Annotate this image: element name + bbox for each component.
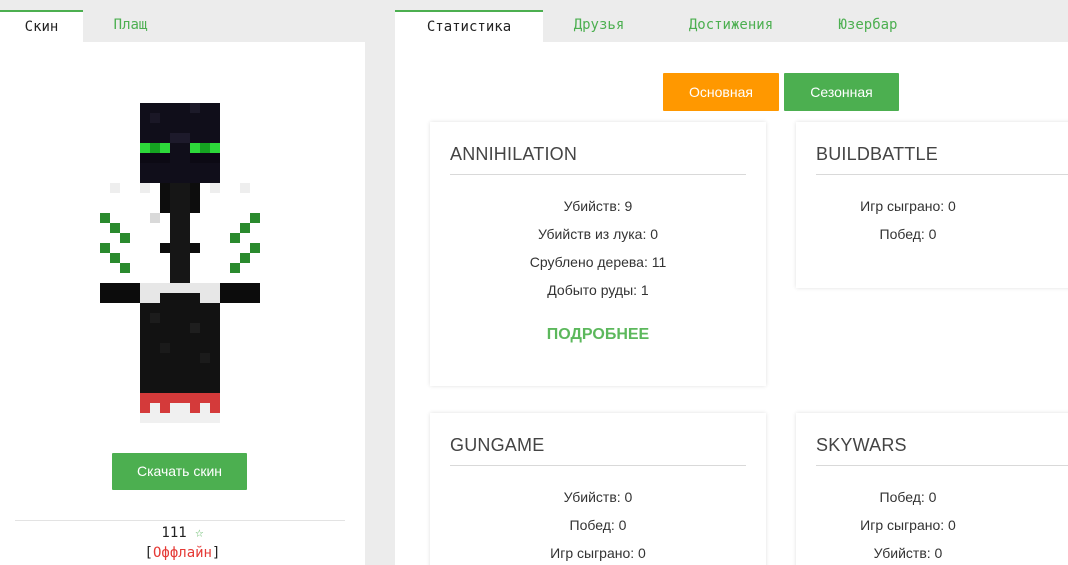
status-bracket-open: [	[144, 545, 153, 561]
tab-statistics[interactable]: Статистика	[395, 10, 543, 42]
stat-line: Убийств: 9	[563, 198, 633, 214]
skin-tabs: Скин Плащ	[0, 10, 365, 42]
tab-cape[interactable]: Плащ	[83, 10, 178, 42]
card-title: GUNGAME	[450, 435, 545, 455]
skin-torso	[140, 183, 220, 303]
stat-card-skywars: SKYWARS Побед: 0 Игр сыграно: 0 Убийств:…	[796, 413, 1068, 565]
tab-achievements[interactable]: Достижения	[657, 10, 805, 42]
statistics-panel: Основная Сезонная ANNIHILATION Убийств: …	[395, 42, 1068, 565]
stat-card-buildbattle: BUILDBATTLE Игр сыграно: 0 Побед: 0	[796, 122, 1068, 288]
card-divider	[450, 465, 746, 466]
card-divider	[450, 174, 746, 175]
skin-panel: Скачать скин 111 ☆ [Оффлайн]	[0, 42, 365, 565]
stat-line: Убийств: 0	[563, 489, 633, 505]
divider	[15, 520, 345, 521]
skin-head	[140, 103, 220, 183]
stat-line: Побед: 0	[879, 226, 937, 242]
card-stats: Убийств: 0 Побед: 0 Игр сыграно: 0	[430, 487, 766, 565]
seasonal-stats-button[interactable]: Сезонная	[784, 73, 899, 111]
tab-friends[interactable]: Друзья	[543, 10, 655, 42]
stat-card-annihilation: ANNIHILATION Убийств: 9 Убийств из лука:…	[430, 122, 766, 386]
card-divider	[816, 465, 1068, 466]
stat-line: Игр сыграно: 0	[860, 198, 956, 214]
player-name-line: 111 ☆	[0, 525, 365, 541]
stat-line: Убийств: 0	[873, 545, 943, 561]
tab-skin[interactable]: Скин	[0, 10, 83, 42]
card-stats: Убийств: 9 Убийств из лука: 0 Срублено д…	[430, 196, 766, 308]
card-divider	[816, 174, 1068, 175]
download-skin-button[interactable]: Скачать скин	[112, 453, 247, 490]
main-stats-button[interactable]: Основная	[663, 73, 779, 111]
status-bracket-close: ]	[212, 545, 221, 561]
stat-line: Побед: 0	[879, 489, 937, 505]
card-title: ANNIHILATION	[450, 144, 578, 164]
card-title: SKYWARS	[816, 435, 907, 455]
stat-line: Убийств из лука: 0	[537, 226, 659, 242]
details-link[interactable]: ПОДРОБНЕЕ	[430, 326, 766, 344]
tab-userbar[interactable]: Юзербар	[807, 10, 929, 42]
stat-line: Игр сыграно: 0	[860, 517, 956, 533]
player-name: 111	[161, 525, 187, 541]
skin-preview	[100, 103, 260, 423]
card-stats: Игр сыграно: 0 Побед: 0	[796, 196, 1020, 252]
stat-card-gungame: GUNGAME Убийств: 0 Побед: 0 Игр сыграно:…	[430, 413, 766, 565]
profile-tabs: Статистика Друзья Достижения Юзербар	[395, 10, 1068, 42]
status-offline: Оффлайн	[152, 545, 212, 561]
stat-line: Добыто руды: 1	[547, 282, 649, 298]
stat-line: Побед: 0	[569, 517, 627, 533]
card-stats: Побед: 0 Игр сыграно: 0 Убийств: 0	[796, 487, 1020, 565]
stat-line: Игр сыграно: 0	[550, 545, 646, 561]
player-status: [Оффлайн]	[0, 545, 365, 561]
star-icon[interactable]: ☆	[195, 525, 203, 541]
skin-legs	[140, 303, 220, 423]
stat-line: Срублено дерева: 11	[529, 254, 667, 270]
card-title: BUILDBATTLE	[816, 144, 938, 164]
